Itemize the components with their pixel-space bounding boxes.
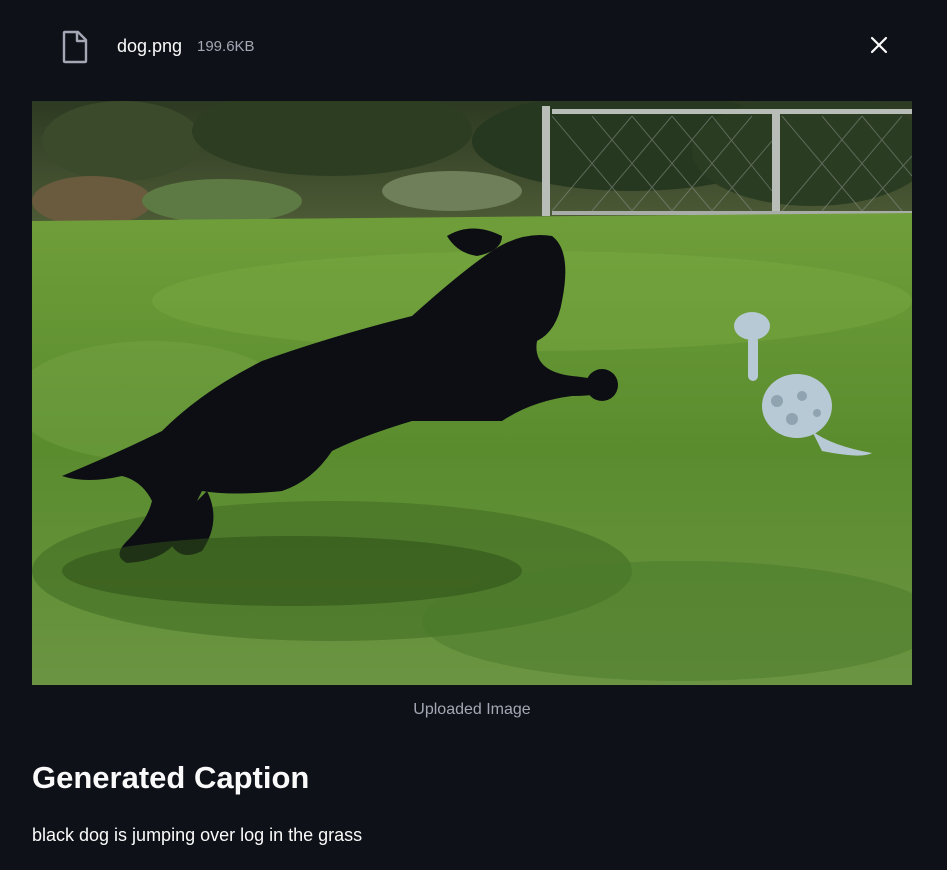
- file-icon: [61, 30, 89, 64]
- generated-caption-text: black dog is jumping over log in the gra…: [32, 825, 363, 845]
- image-caption: Uploaded Image: [413, 701, 531, 718]
- uploaded-file-row: dog.png 199.6KB: [0, 0, 947, 95]
- remove-file-button[interactable]: [862, 30, 896, 64]
- file-name: dog.png: [117, 36, 183, 56]
- section-heading: Generated Caption: [32, 760, 310, 795]
- uploaded-image: [32, 101, 912, 685]
- file-size: 199.6KB: [197, 38, 255, 55]
- app-page: dog.png 199.6KB Uploaded Image Generated…: [0, 0, 947, 870]
- close-icon: [870, 36, 888, 59]
